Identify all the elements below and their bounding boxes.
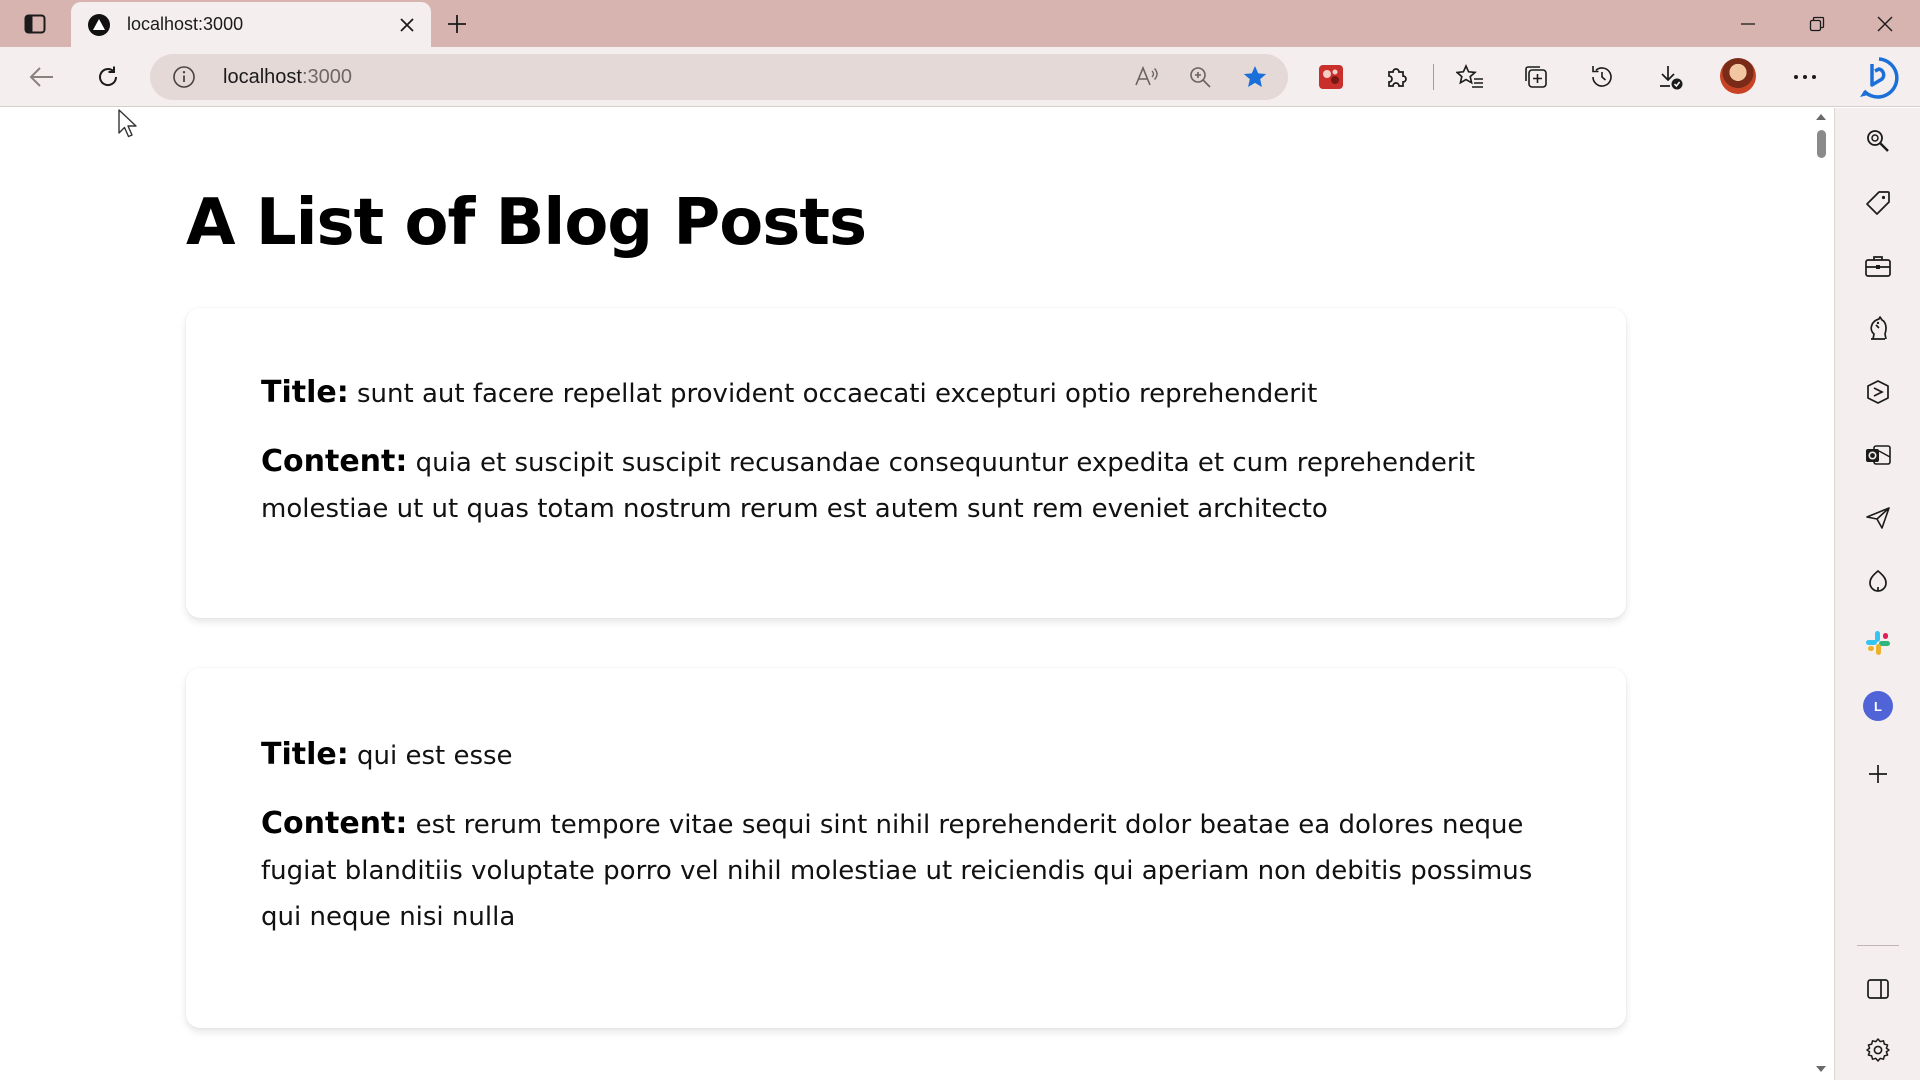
puzzle-icon: [1388, 68, 1407, 87]
extension-badge-icon: [1319, 65, 1343, 89]
active-tab[interactable]: localhost:3000: [71, 2, 431, 47]
toolbar-divider: [1433, 64, 1434, 90]
tab-actions-button[interactable]: [18, 9, 52, 39]
post-content-line: quia et suscipit suscipit recusandae con…: [415, 448, 1476, 478]
chess-knight-icon: [1870, 316, 1887, 340]
sidebar-send-button[interactable]: [1859, 499, 1897, 537]
page-viewport: A List of Blog Posts Title: sunt aut fac…: [0, 108, 1834, 1080]
favorites-list-icon: [1456, 64, 1483, 88]
content-label: Content:: [261, 444, 408, 479]
title-bar: localhost:3000: [0, 0, 1920, 47]
search-icon: [1867, 130, 1889, 152]
slack-icon: [1866, 631, 1890, 655]
post-content-line: molestiae ut ut quas totam nostrum rerum…: [261, 494, 1328, 524]
scroll-down-arrow-icon[interactable]: [1810, 1062, 1832, 1076]
navigation-toolbar: localhost:3000: [0, 47, 1920, 107]
edge-sidebar: L: [1834, 108, 1920, 1080]
settings-more-button[interactable]: [1786, 59, 1824, 95]
mouse-cursor-icon: [118, 109, 137, 138]
close-icon: [1877, 16, 1893, 32]
post-title: qui est esse: [356, 741, 513, 771]
sidebar-shopping-button[interactable]: [1859, 184, 1897, 222]
history-icon: [1592, 66, 1612, 87]
minimize-icon: [1741, 23, 1755, 25]
extension-badge-button[interactable]: [1312, 59, 1350, 95]
sidebar-slack-button[interactable]: [1859, 624, 1897, 662]
sidebar-office-button[interactable]: [1859, 373, 1897, 411]
profile-avatar[interactable]: [1720, 58, 1756, 94]
briefcase-icon: [1865, 256, 1891, 277]
post-content-line: est rerum tempore vitae sequi sint nihil…: [415, 810, 1524, 840]
profile-badge: L: [1863, 691, 1893, 721]
tab-actions-icon: [24, 14, 46, 34]
title-label: Title:: [261, 375, 349, 410]
refresh-button[interactable]: [89, 59, 127, 95]
title-label: Title:: [261, 737, 349, 772]
sidebar-toggle-button[interactable]: [1859, 970, 1897, 1008]
sidebar-settings-button[interactable]: [1859, 1031, 1897, 1069]
tab-title: localhost:3000: [127, 14, 244, 34]
scrollbar-thumb[interactable]: [1817, 130, 1826, 158]
zoom-icon[interactable]: [1185, 63, 1215, 91]
history-button[interactable]: [1583, 59, 1621, 95]
cloud-icon: [1869, 569, 1887, 592]
download-icon: [1660, 66, 1683, 90]
close-icon: [400, 18, 414, 32]
plus-icon: [448, 15, 466, 33]
sidebar-games-button[interactable]: [1859, 310, 1897, 348]
downloads-button[interactable]: [1651, 59, 1689, 95]
tab-close-button[interactable]: [395, 13, 419, 37]
url-text[interactable]: localhost:3000: [223, 66, 352, 89]
minimize-button[interactable]: [1724, 8, 1772, 40]
blog-post-card: Title: qui est esse Content: est rerum t…: [186, 668, 1626, 1028]
restore-icon: [1809, 16, 1825, 32]
sidebar-divider: [1857, 945, 1899, 946]
read-aloud-icon[interactable]: [1132, 63, 1162, 91]
gear-icon: [1866, 1038, 1890, 1062]
content-label: Content:: [261, 806, 408, 841]
vertical-scrollbar[interactable]: [1810, 108, 1832, 1080]
favorites-button[interactable]: [1451, 59, 1489, 95]
sidebar-profile-button[interactable]: L: [1859, 687, 1897, 725]
post-content-row: Content: quia et suscipit suscipit recus…: [261, 439, 1551, 532]
post-content-row: Content: est rerum tempore vitae sequi s…: [261, 801, 1551, 940]
blog-post-card: Title: sunt aut facere repellat providen…: [186, 308, 1626, 618]
copilot-button[interactable]: [1855, 54, 1903, 102]
arrow-left-icon: [29, 67, 53, 87]
restore-button[interactable]: [1793, 8, 1841, 40]
tab-favicon-icon: [87, 13, 111, 37]
sidebar-search-button[interactable]: [1859, 122, 1897, 160]
sidebar-add-button[interactable]: [1859, 755, 1897, 793]
tag-icon: [1866, 191, 1890, 215]
url-host: localhost: [223, 66, 302, 88]
close-window-button[interactable]: [1861, 8, 1909, 40]
post-content-line: fugiat blanditiis voluptate porro vel ni…: [261, 856, 1533, 886]
more-horizontal-icon: [1794, 75, 1816, 79]
post-content-line: qui neque nisi nulla: [261, 902, 516, 932]
post-title-row: Title: sunt aut facere repellat providen…: [261, 370, 1551, 417]
office-icon: [1867, 380, 1889, 404]
panel-toggle-icon: [1867, 979, 1889, 999]
scroll-up-arrow-icon[interactable]: [1810, 110, 1832, 124]
collections-button[interactable]: [1517, 59, 1555, 95]
sidebar-tools-button[interactable]: [1859, 247, 1897, 285]
address-bar[interactable]: localhost:3000: [150, 54, 1288, 100]
post-title-row: Title: qui est esse: [261, 732, 1551, 779]
refresh-icon: [99, 66, 118, 86]
plus-icon: [1869, 765, 1887, 783]
outlook-icon: [1866, 445, 1891, 465]
copilot-icon: [1860, 57, 1899, 99]
new-tab-button[interactable]: [442, 10, 472, 38]
favorite-star-icon[interactable]: [1240, 63, 1270, 91]
post-title: sunt aut facere repellat provident occae…: [356, 379, 1318, 409]
url-port: :3000: [301, 66, 352, 88]
info-icon[interactable]: [172, 65, 196, 89]
sidebar-cloud-button[interactable]: [1859, 562, 1897, 600]
back-button[interactable]: [23, 59, 61, 95]
sidebar-outlook-button[interactable]: [1859, 436, 1897, 474]
send-icon: [1866, 507, 1890, 529]
collections-icon: [1525, 66, 1547, 88]
page-title: A List of Blog Posts: [186, 186, 867, 260]
extensions-button[interactable]: [1378, 59, 1416, 95]
